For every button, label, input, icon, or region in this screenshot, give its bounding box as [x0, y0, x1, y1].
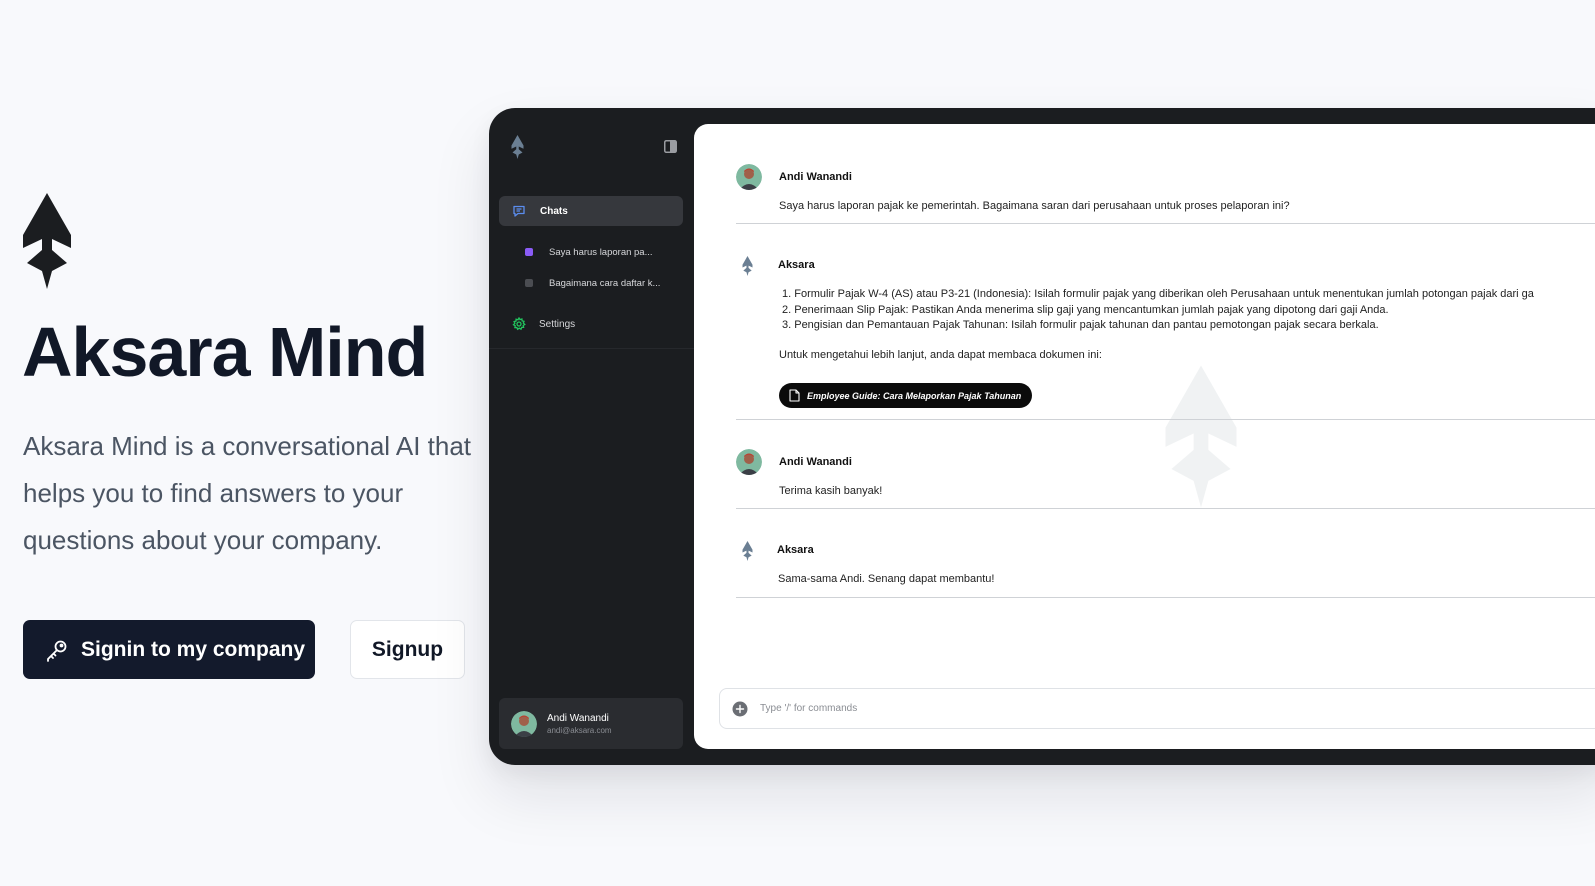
sidebar-item-label: Settings	[539, 318, 576, 330]
aksara-logo-icon	[511, 135, 524, 159]
aksara-bot-icon	[742, 256, 753, 276]
sidebar-chat-item[interactable]: Bagaimana cara daftar k...	[525, 273, 685, 293]
avatar	[511, 710, 537, 737]
user-profile[interactable]: Andi Wanandi andi@aksara.com	[499, 698, 683, 749]
message-divider	[736, 419, 1595, 420]
sidebar-divider	[489, 348, 694, 349]
signin-button[interactable]: Signin to my company	[23, 620, 315, 679]
chat-item-label: Bagaimana cara daftar k...	[549, 277, 661, 289]
message-author: Andi Wanandi	[779, 456, 852, 468]
app-preview: Chats Saya harus laporan pa... Bagaimana…	[489, 108, 1595, 765]
message-author: Andi Wanandi	[779, 171, 852, 183]
hero-description: Aksara Mind is a conversational AI that …	[23, 431, 472, 555]
document-link[interactable]: Employee Guide: Cara Melaporkan Pajak Ta…	[779, 383, 1033, 408]
chat-input-bar	[719, 688, 1595, 729]
sidebar-item-chats[interactable]: Chats	[499, 196, 683, 226]
document-link-label: Employee Guide: Cara Melaporkan Pajak Ta…	[807, 390, 1022, 401]
message-divider	[736, 597, 1595, 598]
aksara-bot-icon	[742, 541, 753, 561]
list-item: 1. Formulir Pajak W-4 (AS) atau P3-21 (I…	[782, 288, 1534, 300]
message-author: Aksara	[778, 259, 815, 271]
user-email: andi@aksara.com	[547, 725, 612, 735]
plus-circle-icon[interactable]	[732, 701, 748, 717]
message-divider	[736, 223, 1595, 224]
avatar	[736, 449, 762, 475]
message-list: 1. Formulir Pajak W-4 (AS) atau P3-21 (I…	[782, 287, 1534, 334]
list-item: 3. Pengisian dan Pemantauan Pajak Tahuna…	[782, 319, 1379, 331]
chat-input[interactable]	[760, 703, 1360, 714]
sidebar: Chats Saya harus laporan pa... Bagaimana…	[489, 108, 694, 765]
chat-color-marker	[525, 279, 533, 287]
sidebar-item-label: Chats	[540, 205, 568, 217]
message-text: Saya harus laporan pajak ke pemerintah. …	[779, 200, 1290, 212]
gear-icon	[512, 317, 526, 331]
aksara-logo-icon	[23, 193, 71, 289]
message-author: Aksara	[777, 544, 814, 556]
chat-item-label: Saya harus laporan pa...	[549, 246, 653, 258]
sidebar-chat-item[interactable]: Saya harus laporan pa...	[525, 242, 685, 262]
sidebar-toggle-icon[interactable]	[664, 140, 677, 153]
aksara-watermark-icon	[1165, 365, 1237, 508]
message-text: Untuk mengetahui lebih lanjut, anda dapa…	[779, 349, 1102, 361]
sidebar-item-settings[interactable]: Settings	[512, 315, 575, 333]
signin-label: Signin to my company	[81, 637, 306, 661]
key-icon	[47, 640, 67, 662]
list-item: 2. Penerimaan Slip Pajak: Pastikan Anda …	[782, 303, 1389, 316]
page-title: Aksara Mind	[22, 313, 428, 391]
message-text: Sama-sama Andi. Senang dapat membantu!	[778, 573, 995, 585]
signup-button[interactable]: Signup	[350, 620, 465, 679]
avatar	[736, 164, 762, 190]
message-text: Terima kasih banyak!	[779, 485, 883, 497]
chat-panel: Andi Wanandi Saya harus laporan pajak ke…	[694, 124, 1595, 749]
chat-color-marker	[525, 248, 533, 256]
chat-icon	[513, 205, 525, 217]
document-icon	[789, 389, 800, 402]
message-divider	[736, 508, 1595, 509]
user-name: Andi Wanandi	[547, 712, 609, 724]
